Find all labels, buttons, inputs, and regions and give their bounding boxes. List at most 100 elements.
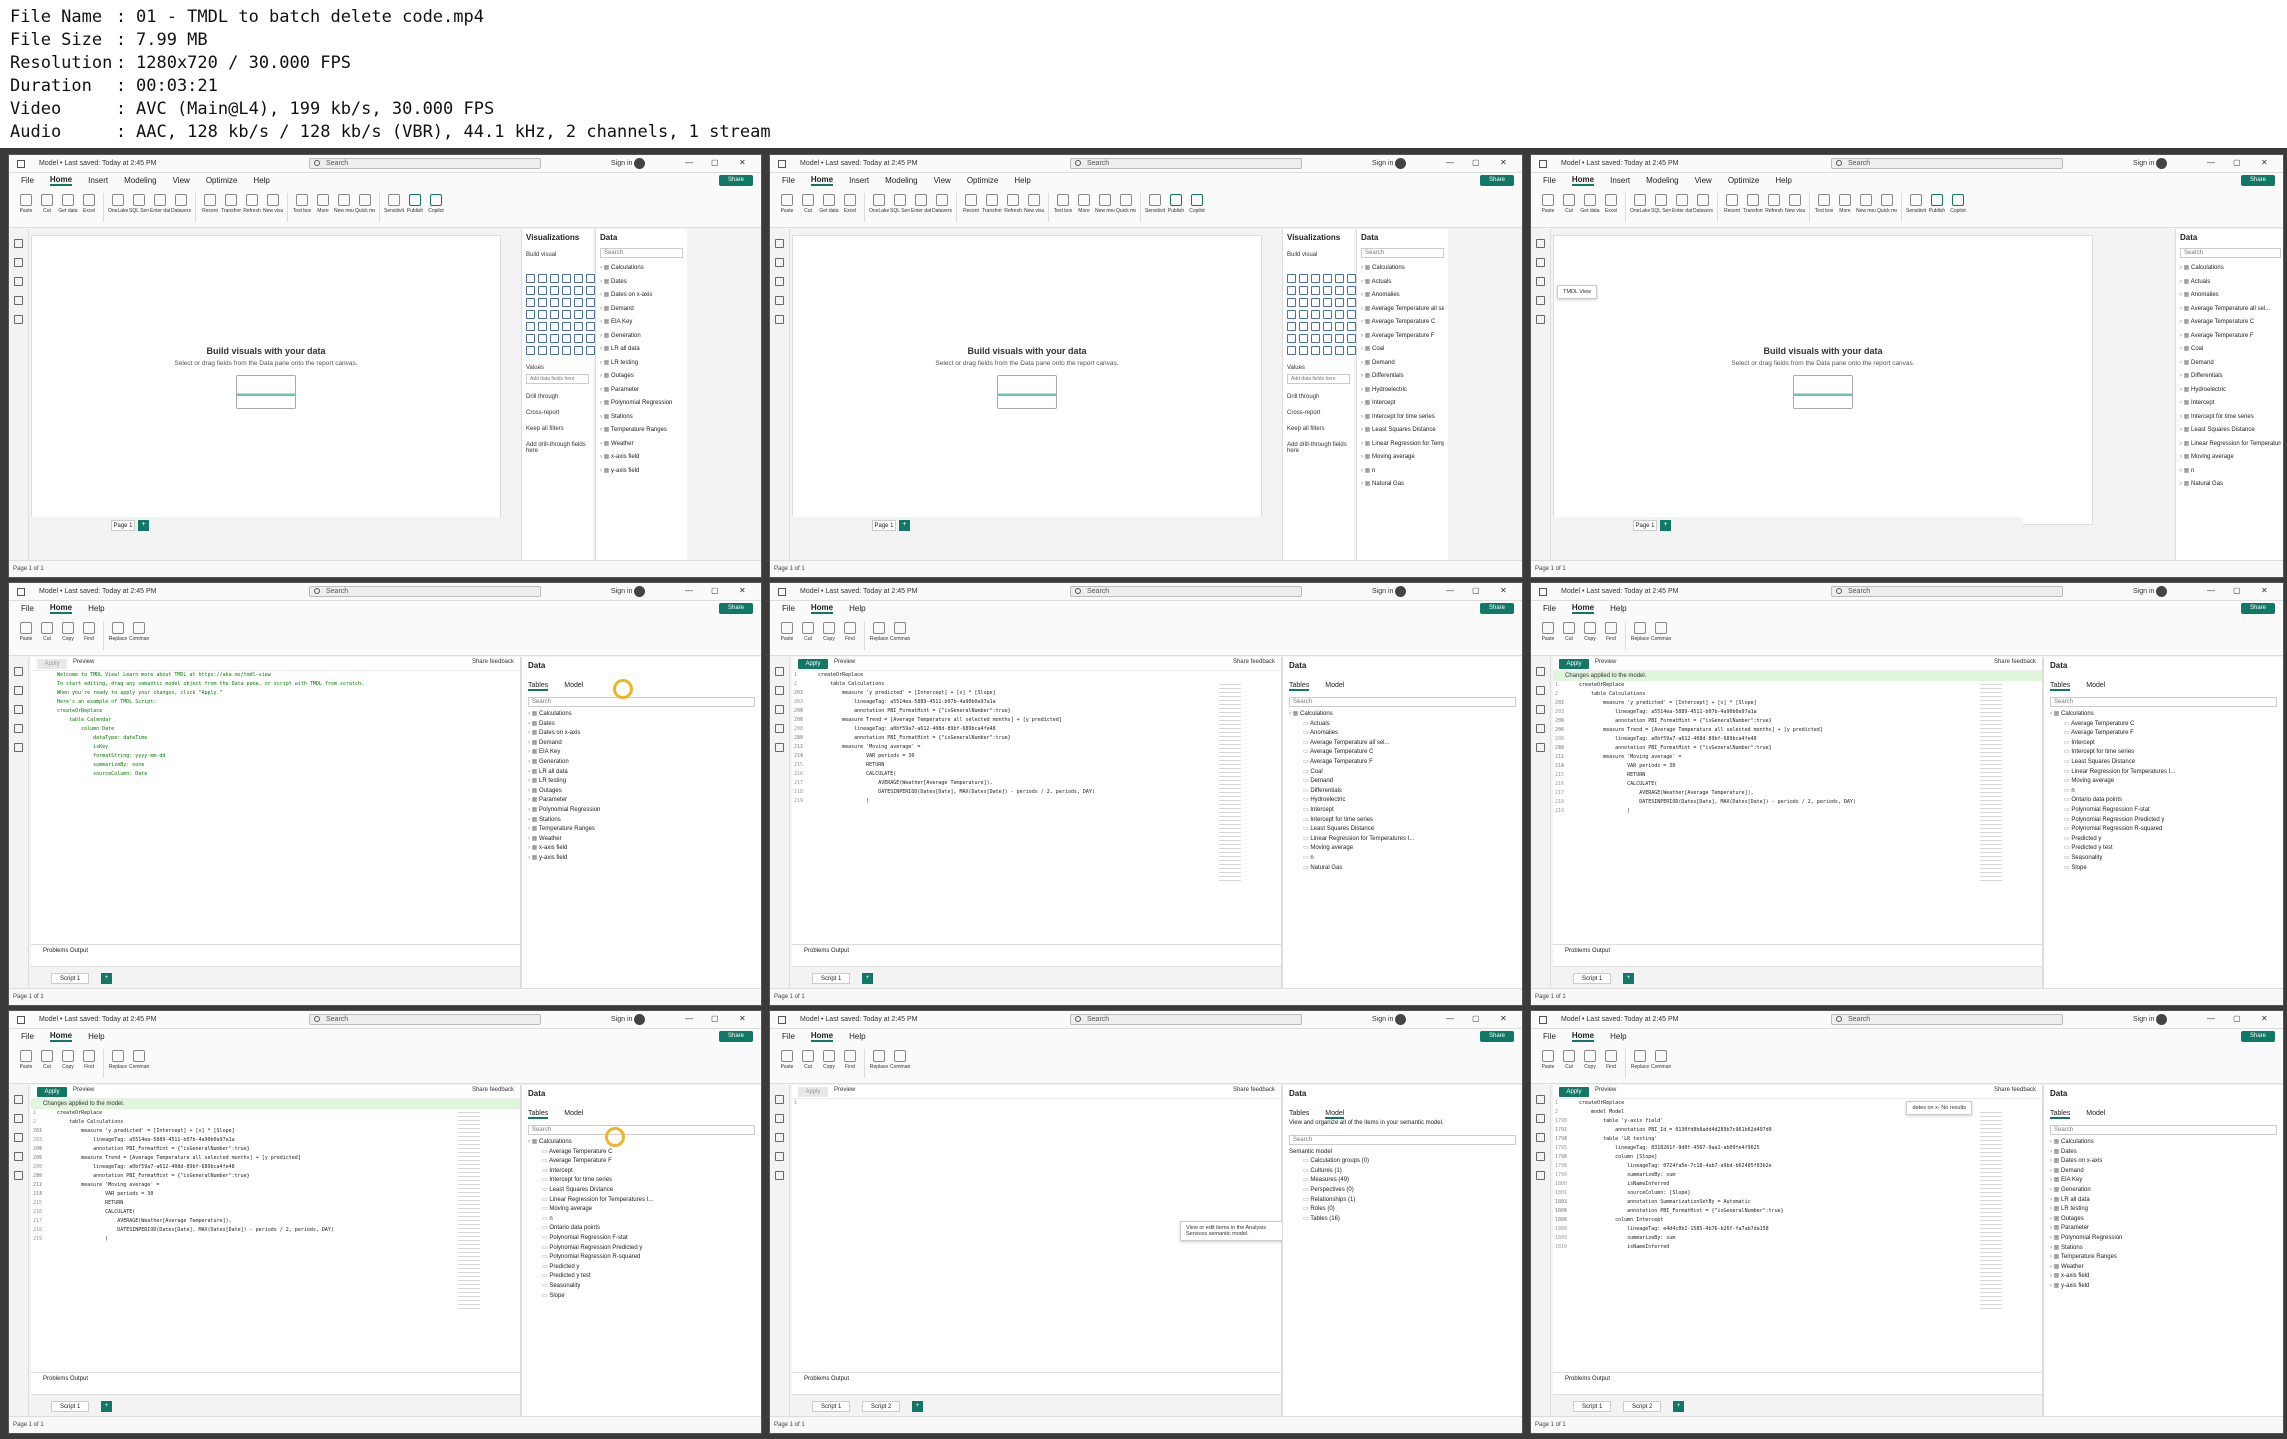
problems-tab[interactable]: Problems [1565,1376,1590,1382]
menu-optimize[interactable]: Optimize [206,176,238,185]
maximize-icon[interactable]: ▢ [711,158,719,167]
visual-type-icon[interactable] [1335,286,1344,295]
visual-type-icon[interactable] [586,346,595,355]
ribbon-button[interactable]: New measure [1856,191,1876,224]
menu-help[interactable]: Help [1610,1032,1626,1041]
data-item[interactable]: Coal [1361,343,1444,357]
measure-item[interactable]: Linear Regression for Temperatures I... [528,1196,755,1206]
menu-file[interactable]: File [782,176,795,185]
table-view-icon[interactable] [14,686,23,695]
data-item[interactable]: Average Temperature C [2180,316,2281,330]
visual-type-icon[interactable] [562,334,571,343]
visual-type-icon[interactable] [526,334,535,343]
add-script-button[interactable]: + [1623,973,1634,984]
data-search[interactable]: Search [2050,1125,2277,1135]
data-item[interactable]: y-axis field [600,465,683,479]
ribbon-button[interactable]: Excel [841,191,859,224]
ribbon-button[interactable]: Quick measure [1877,191,1897,224]
measure-item[interactable]: Moving average [1289,844,1516,854]
menu-home[interactable]: Home [810,175,834,186]
measure-item[interactable]: Seasonality [528,1282,755,1292]
close-icon[interactable]: ✕ [1500,1014,1507,1023]
visual-type-icon[interactable] [550,310,559,319]
ribbon-button[interactable]: Copilot [1188,191,1206,224]
ribbon-button[interactable]: Cut [799,619,817,652]
data-item[interactable]: Hydroelectric [1361,384,1444,398]
menu-help[interactable]: Help [88,1032,104,1041]
report-view-icon[interactable] [775,667,784,676]
report-canvas[interactable]: Build visuals with your data Select or dr… [31,235,501,525]
data-item[interactable]: n [1361,465,1444,479]
visual-type-icon[interactable] [550,334,559,343]
sign-in-link[interactable]: Sign in [2133,588,2154,595]
code-minimap[interactable] [458,1109,480,1309]
visual-type-icon[interactable] [586,298,595,307]
share-button[interactable]: Share [1480,603,1514,614]
avatar[interactable] [1395,586,1406,597]
ribbon-button[interactable]: Text box [1054,191,1072,224]
visual-type-icon[interactable] [1347,274,1356,283]
tab-tables[interactable]: Tables [2050,1110,2071,1119]
visual-type-icon[interactable] [1323,310,1332,319]
data-item[interactable]: Linear Regression for Temperatures I... [2180,438,2281,452]
measure-item[interactable]: Intercept [1289,806,1516,816]
visual-type-icon[interactable] [1287,334,1296,343]
data-search[interactable]: Search [528,697,755,707]
ribbon-button[interactable]: Copy [1581,1047,1599,1080]
measure-item[interactable]: Natural Gas [1289,864,1516,874]
model-view-icon[interactable] [14,705,23,714]
page-tab[interactable]: Page 1 [1633,520,1657,531]
table-item[interactable]: LR all data [528,768,755,778]
add-page-button[interactable]: + [899,520,910,531]
dax-query-icon[interactable] [1536,1152,1545,1161]
measure-item[interactable]: Average Temperature F [1289,758,1516,768]
tmdl-view-icon[interactable] [775,1171,784,1180]
ribbon-button[interactable]: Copy [820,1047,838,1080]
visual-type-icon[interactable] [1323,274,1332,283]
minimize-icon[interactable]: — [1446,1014,1454,1023]
ribbon-button[interactable]: Find [80,1047,98,1080]
menu-help[interactable]: Help [253,176,269,185]
tmdl-view-icon[interactable] [14,315,23,324]
table-item[interactable]: Dates [2050,1148,2277,1158]
apply-button[interactable]: Apply [798,659,828,669]
table-item[interactable]: Calculations [528,1138,755,1148]
visual-type-icon[interactable] [1311,274,1320,283]
ribbon-button[interactable]: Cut [1560,619,1578,652]
ribbon-button[interactable]: Find [841,619,859,652]
tmdl-view-icon[interactable] [775,743,784,752]
measure-item[interactable]: Average Temperature C [2050,720,2277,730]
visual-type-icon[interactable] [550,286,559,295]
menu-help[interactable]: Help [88,604,104,613]
measure-item[interactable]: Slope [2050,864,2277,874]
table-item[interactable]: Calculations [1289,710,1516,720]
minimize-icon[interactable]: — [2207,1014,2215,1023]
data-item[interactable]: Least Squares Distance [2180,424,2281,438]
data-item[interactable]: Actuals [1361,276,1444,290]
ribbon-button[interactable]: Enter data [1672,191,1692,224]
tmdl-view-icon[interactable] [1536,743,1545,752]
share-button[interactable]: Share [719,603,753,614]
visual-type-icon[interactable] [1335,274,1344,283]
visual-type-icon[interactable] [1347,346,1356,355]
search-input[interactable]: Search [1070,158,1302,169]
table-view-icon[interactable] [775,1114,784,1123]
tmdl-view-icon[interactable] [14,743,23,752]
ribbon-button[interactable]: Cut [1560,191,1578,224]
preview-button[interactable]: Preview [1595,659,1616,665]
table-item[interactable]: Generation [528,758,755,768]
ribbon-button[interactable]: Cut [38,191,56,224]
measure-item[interactable]: Intercept for time series [1289,816,1516,826]
ribbon-button[interactable]: SQL Server [890,191,910,224]
data-item[interactable]: Average Temperature all sel... [1361,303,1444,317]
data-search[interactable]: Search [2180,248,2281,258]
share-button[interactable]: Share [1480,1031,1514,1042]
preview-button[interactable]: Preview [73,1087,94,1093]
tmdl-view-icon[interactable] [14,1171,23,1180]
data-search[interactable]: Search [2050,697,2277,707]
model-item[interactable]: Calculation groups (0) [1289,1157,1516,1167]
preview-button[interactable]: Preview [73,659,94,665]
visual-type-icon[interactable] [1347,298,1356,307]
data-item[interactable]: x-axis field [600,451,683,465]
tab-tables[interactable]: Tables [528,1110,549,1119]
